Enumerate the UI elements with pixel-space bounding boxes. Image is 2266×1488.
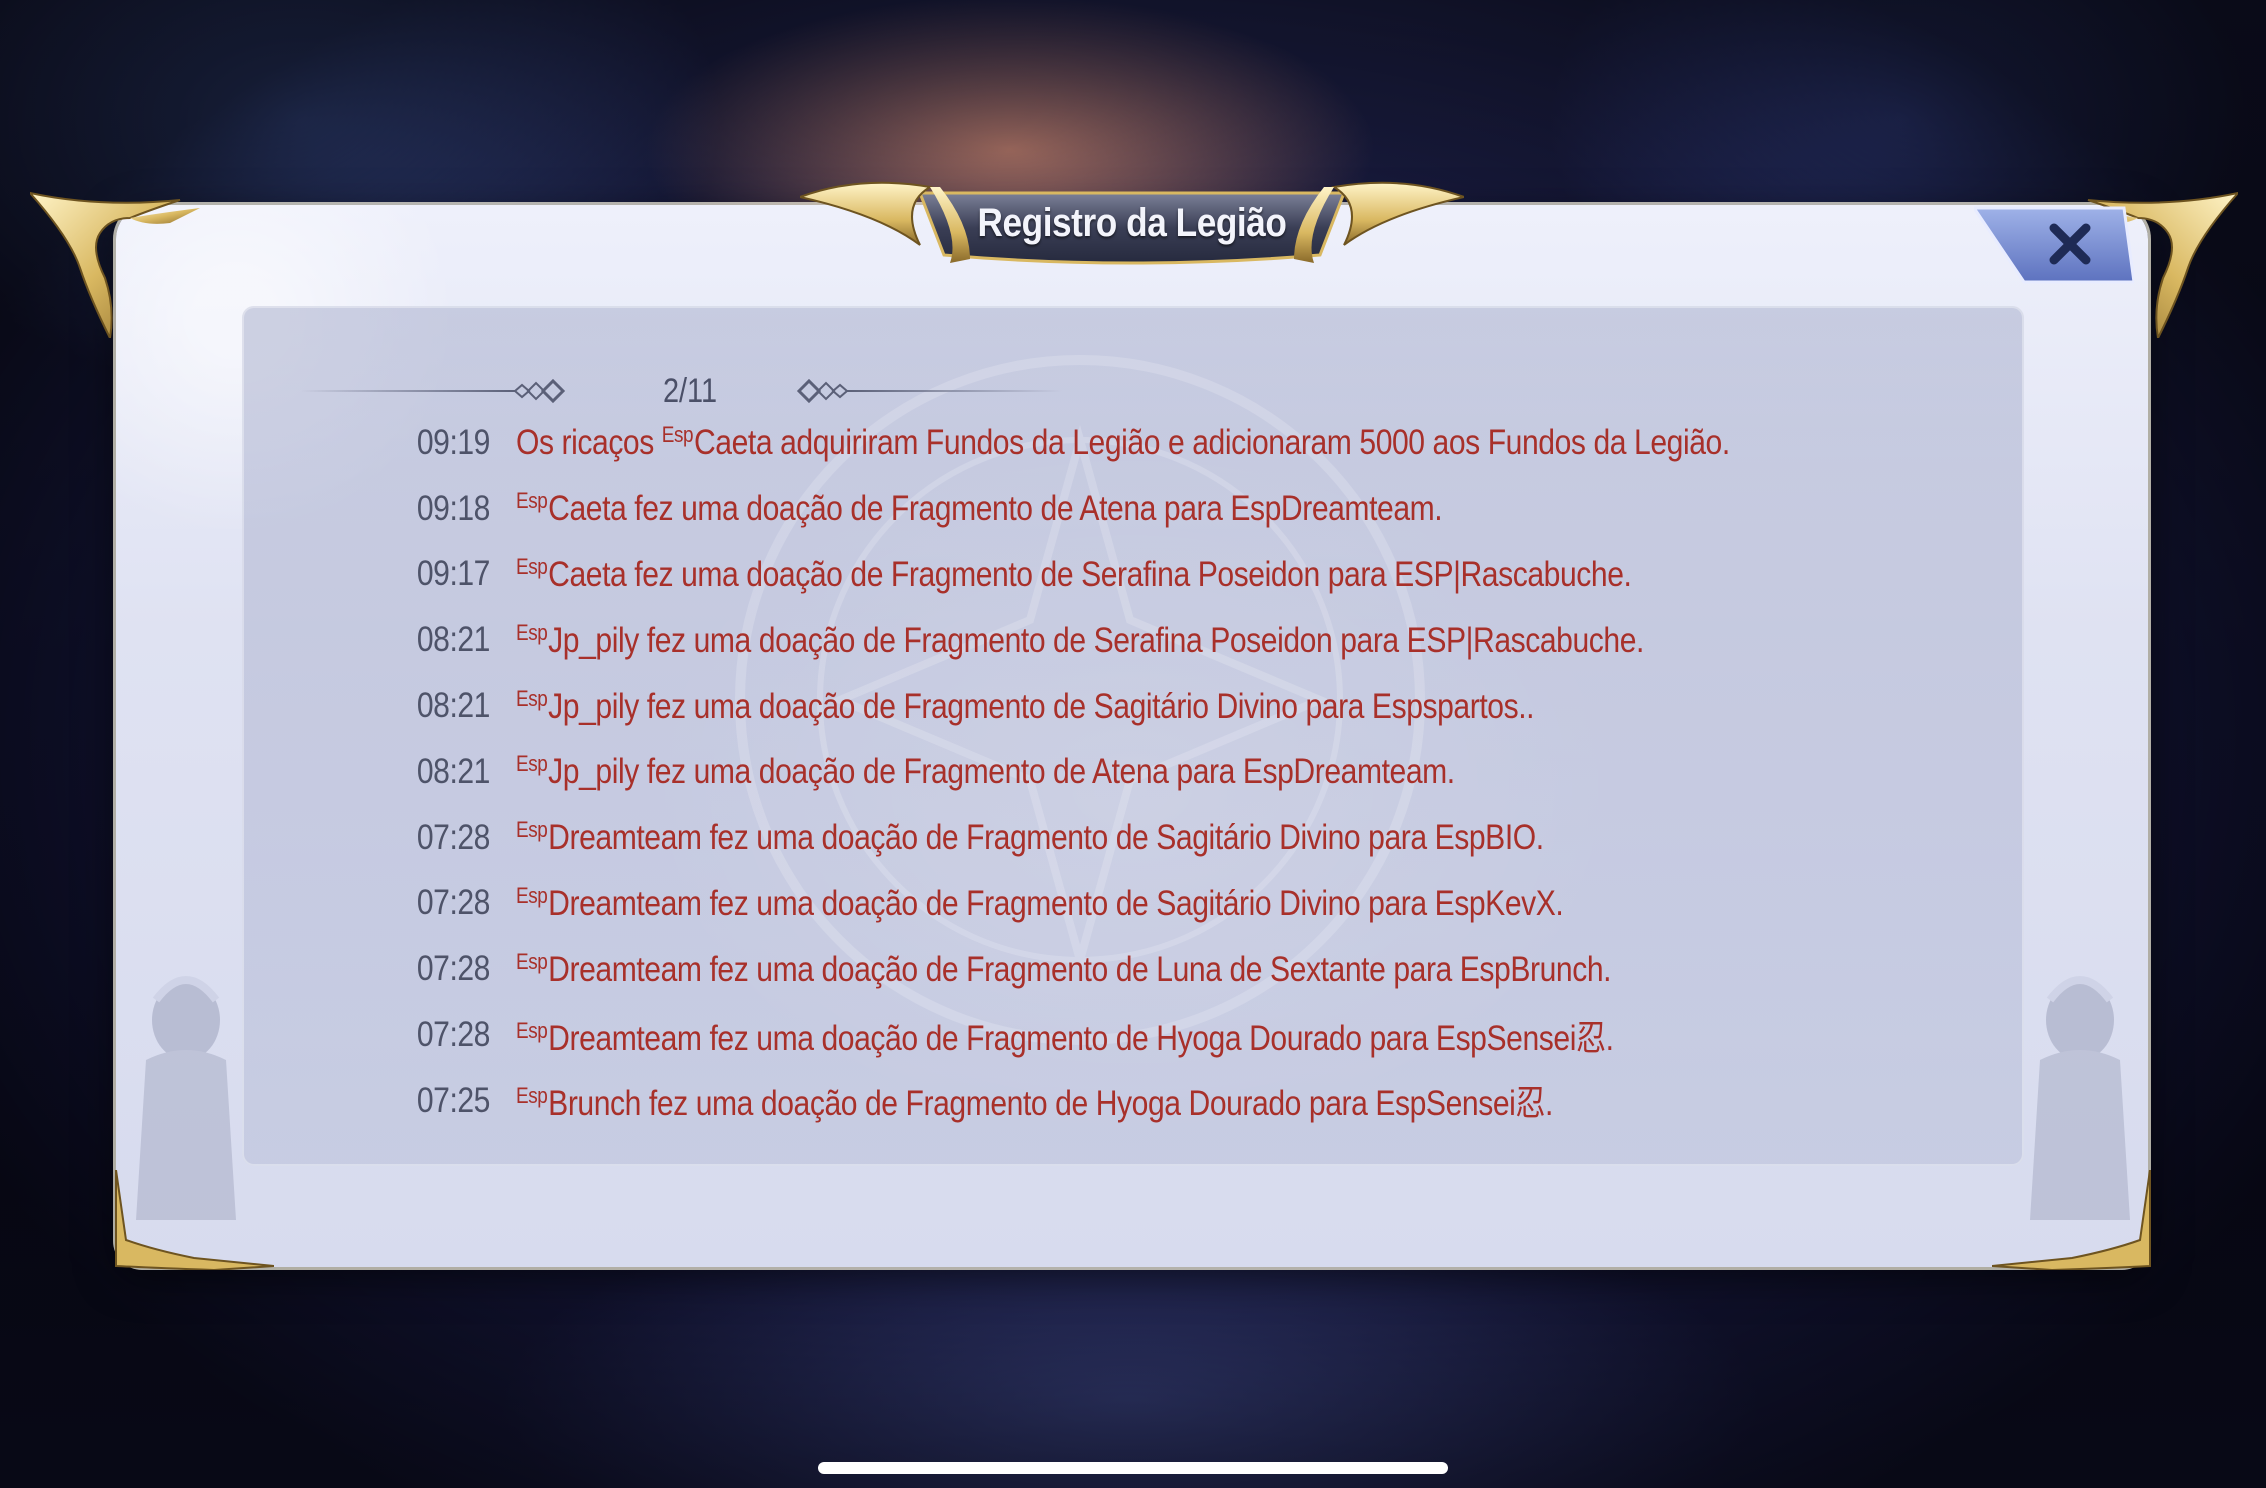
guild-tag: Esp [516, 948, 548, 974]
log-message: EspDreamteam fez uma doação de Fragmento… [516, 948, 1612, 989]
log-list: 09:19 Os ricaços EspCaeta adquiriram Fun… [380, 410, 2020, 1134]
log-entry: 07:28 EspDreamteam fez uma doação de Fra… [380, 1002, 2020, 1068]
page-indicator-text: 2/11 [662, 372, 718, 410]
page-indicator: 2/11 [300, 370, 1062, 410]
log-time: 07:28 [416, 817, 491, 857]
guild-tag: Esp [516, 619, 548, 645]
log-time: 09:19 [416, 422, 491, 462]
log-message: EspDreamteam fez uma doação de Fragmento… [516, 1017, 1614, 1058]
guild-tag: Esp [516, 488, 548, 514]
log-message: EspCaeta fez uma doação de Fragmento de … [516, 488, 1443, 529]
log-time: 07:28 [416, 1015, 491, 1055]
guild-tag: Esp [516, 553, 548, 579]
title-plaque: Registro da Legião [800, 175, 1464, 275]
divider-left-icon [300, 378, 566, 404]
home-indicator[interactable] [818, 1462, 1448, 1474]
log-time: 08:21 [416, 686, 491, 726]
dialog-title: Registro da Legião [977, 201, 1287, 245]
log-message: EspJp_pily fez uma doação de Fragmento d… [516, 685, 1535, 726]
gold-corner-ornament-icon [30, 188, 200, 338]
log-time: 07:28 [416, 949, 491, 989]
log-message: EspBrunch fez uma doação de Fragmento de… [516, 1083, 1553, 1124]
gold-corner-ornament-icon [1992, 1170, 2152, 1270]
log-message: EspCaeta fez uma doação de Fragmento de … [516, 553, 1632, 594]
gold-corner-ornament-icon [114, 1170, 274, 1270]
log-message: EspJp_pily fez uma doação de Fragmento d… [516, 619, 1644, 660]
close-x-icon [1974, 206, 2134, 284]
log-entry: 08:21 EspJp_pily fez uma doação de Fragm… [380, 607, 2020, 673]
log-message: Os ricaços EspCaeta adquiriram Fundos da… [516, 422, 1730, 463]
log-time: 08:21 [416, 620, 491, 660]
log-time: 09:17 [416, 554, 491, 594]
guild-tag: Esp [516, 1083, 548, 1109]
guild-tag: Esp [516, 1017, 548, 1043]
guild-tag: Esp [516, 882, 548, 908]
log-entry: 08:21 EspJp_pily fez uma doação de Fragm… [380, 739, 2020, 805]
log-time: 07:25 [416, 1080, 491, 1120]
log-message: EspJp_pily fez uma doação de Fragmento d… [516, 751, 1455, 792]
guild-tag: Esp [516, 751, 548, 777]
log-entry: 09:17 EspCaeta fez uma doação de Fragmen… [380, 542, 2020, 608]
log-message: EspDreamteam fez uma doação de Fragmento… [516, 882, 1564, 923]
guild-tag: Esp [516, 685, 548, 711]
log-entry: 09:19 Os ricaços EspCaeta adquiriram Fun… [380, 410, 2020, 476]
close-button[interactable] [1974, 206, 2134, 284]
guild-tag: Esp [516, 817, 548, 843]
log-time: 07:28 [416, 883, 491, 923]
log-message: EspDreamteam fez uma doação de Fragmento… [516, 817, 1544, 858]
log-entry: 07:25 EspBrunch fez uma doação de Fragme… [380, 1068, 2020, 1134]
log-entry: 08:21 EspJp_pily fez uma doação de Fragm… [380, 673, 2020, 739]
log-entry: 09:18 EspCaeta fez uma doação de Fragmen… [380, 476, 2020, 542]
log-entry: 07:28 EspDreamteam fez uma doação de Fra… [380, 805, 2020, 871]
divider-right-icon [796, 378, 1062, 404]
log-entry: 07:28 EspDreamteam fez uma doação de Fra… [380, 871, 2020, 937]
log-time: 09:18 [416, 488, 491, 528]
log-time: 08:21 [416, 751, 491, 791]
guild-tag: Esp [661, 422, 694, 448]
log-entry: 07:28 EspDreamteam fez uma doação de Fra… [380, 936, 2020, 1002]
